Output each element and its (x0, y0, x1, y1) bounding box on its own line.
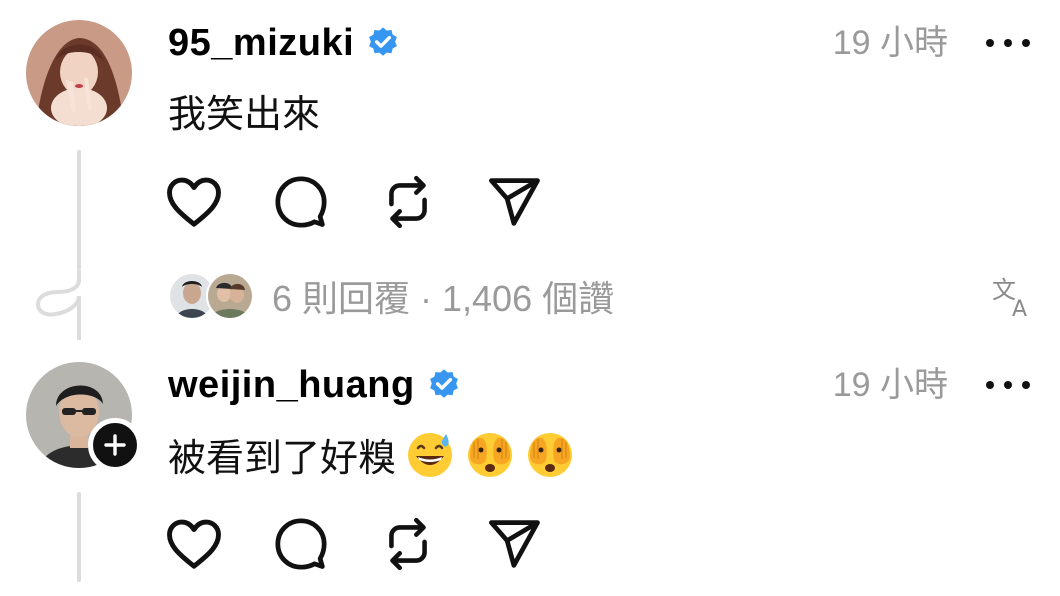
replies-likes-count[interactable]: 6 則回覆 · 1,406 個讚 (272, 270, 614, 322)
follow-plus-button[interactable] (88, 418, 142, 472)
heart-icon (167, 519, 221, 569)
comment-text: 被看到了好糗 (168, 426, 576, 482)
verified-icon (369, 27, 398, 56)
comment-text-content: 被看到了好糗 (168, 437, 397, 480)
username-row: 95_mizuki (168, 18, 400, 68)
like-button[interactable] (164, 172, 224, 232)
username[interactable]: weijin_huang (168, 364, 415, 407)
username[interactable]: 95_mizuki (168, 22, 354, 65)
comment-text-content: 我笑出來 (168, 93, 321, 136)
share-button[interactable] (485, 172, 545, 232)
action-bar (164, 172, 592, 232)
comment-icon (275, 518, 327, 570)
share-button[interactable] (485, 514, 545, 574)
repost-button[interactable] (378, 514, 438, 574)
thread-line (77, 150, 81, 270)
like-button[interactable] (164, 514, 224, 574)
translate-icon[interactable]: 文 A (990, 272, 1038, 320)
face-with-hands-over-eyes-emoji (468, 433, 513, 477)
plus-icon (104, 434, 126, 456)
action-bar (164, 514, 592, 574)
comment-button[interactable] (271, 514, 331, 574)
comment-text: 我笑出來 (168, 84, 320, 136)
thread-line (77, 492, 81, 582)
verified-icon (429, 369, 458, 398)
repost-icon (389, 517, 427, 571)
timestamp: 19 小時 (832, 366, 948, 404)
comment-icon (275, 176, 327, 228)
svg-text:A: A (1012, 297, 1027, 320)
avatar-95-mizuki[interactable] (26, 20, 132, 126)
repost-button[interactable] (378, 172, 438, 232)
share-icon (489, 178, 540, 226)
username-row: weijin_huang (168, 360, 461, 410)
more-icon[interactable] (986, 360, 1030, 410)
share-icon (489, 520, 540, 568)
grinning-sweat-emoji (408, 433, 453, 477)
repost-icon (389, 175, 427, 229)
heart-icon (167, 177, 221, 227)
thread-curl (35, 270, 81, 340)
replies-summary-row[interactable]: 6 則回覆 · 1,406 個讚 文 A (168, 268, 1038, 324)
reply-avatar-2 (206, 272, 254, 320)
timestamp: 19 小時 (832, 24, 948, 62)
more-icon[interactable] (986, 18, 1030, 68)
comment-button[interactable] (271, 172, 331, 232)
face-with-hands-over-eyes-emoji (528, 433, 573, 477)
